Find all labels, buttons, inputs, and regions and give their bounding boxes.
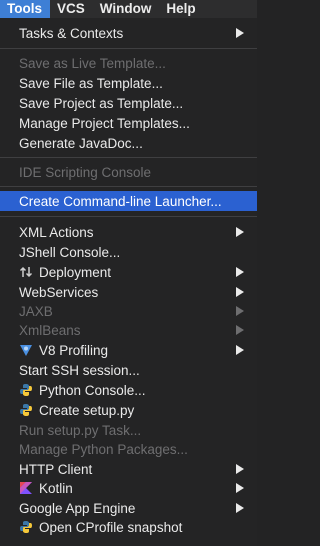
menu-item-xmlbeans: XmlBeans [0,320,257,340]
menu-item-label: Create Command-line Launcher... [19,193,222,209]
menu-item-label: Generate JavaDoc... [19,135,143,151]
menu-item-label: XmlBeans [19,322,81,338]
menu-item-v8-profiling[interactable]: V8 Profiling [0,340,257,360]
submenu-arrow-icon [236,503,244,513]
submenu-arrow-icon [236,306,244,316]
menu-item-create-command-line-launcher[interactable]: Create Command-line Launcher... [0,191,257,211]
menu-separator [0,157,257,158]
menu-item-run-setup-py-task: Run setup.py Task... [0,420,257,440]
menu-item-create-setup-py[interactable]: Create setup.py [0,400,257,420]
menu-item-label: Manage Project Templates... [19,115,190,131]
menu-item-label: Save File as Template... [19,75,163,91]
menu-separator [0,216,257,217]
menu-item-http-client[interactable]: HTTP Client [0,459,257,479]
tools-menu: Tasks & Contexts Save as Live Template..… [0,18,257,546]
menu-item-label: JAXB [19,303,53,319]
menu-item-tasks-contexts[interactable]: Tasks & Contexts [0,23,257,43]
menu-item-label: Deployment [39,264,112,280]
menu-item-save-file-as-template[interactable]: Save File as Template... [0,73,257,93]
menu-item-label: XML Actions [19,224,94,240]
menu-item-label: Open CProfile snapshot [39,519,183,535]
menu-item-label: Run setup.py Task... [19,422,142,438]
menu-item-xml-actions[interactable]: XML Actions [0,222,257,242]
menu-bar: Tools VCS Window Help [0,0,257,18]
menu-item-label: V8 Profiling [39,342,109,358]
menu-item-label: Google App Engine [19,500,136,516]
menu-item-label: JShell Console... [19,244,121,260]
menu-item-jaxb: JAXB [0,301,257,321]
submenu-arrow-icon [236,287,244,297]
submenu-arrow-icon [236,483,244,493]
python-logo-icon [19,383,33,397]
deployment-arrows-icon [19,265,33,279]
menu-item-ide-scripting-console: IDE Scripting Console [0,162,257,182]
menu-item-label: HTTP Client [19,461,93,477]
submenu-arrow-icon [236,464,244,474]
submenu-arrow-icon [236,345,244,355]
v8-profiling-icon [19,343,33,357]
kotlin-logo-icon [19,481,33,495]
menu-item-manage-python-packages: Manage Python Packages... [0,439,257,459]
menu-item-label: Save Project as Template... [19,95,184,111]
menu-item-label: Kotlin [39,480,73,496]
menubar-vcs[interactable]: VCS [50,0,93,18]
menu-separator [0,48,257,49]
menu-separator [0,186,257,187]
submenu-arrow-icon [236,28,244,38]
submenu-arrow-icon [236,227,244,237]
python-logo-icon [19,403,33,417]
menubar-window[interactable]: Window [93,0,160,18]
menu-item-jshell-console[interactable]: JShell Console... [0,242,257,262]
menu-item-save-project-as-template[interactable]: Save Project as Template... [0,93,257,113]
menu-item-label: Python Console... [39,382,146,398]
menu-item-webservices[interactable]: WebServices [0,282,257,302]
menu-item-open-cprofile-snapshot[interactable]: Open CProfile snapshot [0,517,257,537]
menu-item-label: Start SSH session... [19,362,140,378]
menu-item-label: WebServices [19,284,99,300]
python-logo-icon [19,520,33,534]
menubar-tools[interactable]: Tools [0,0,50,18]
menu-item-generate-javadoc[interactable]: Generate JavaDoc... [0,133,257,153]
menu-item-label: Manage Python Packages... [19,441,188,457]
submenu-arrow-icon [236,325,244,335]
menu-item-kotlin[interactable]: Kotlin [0,478,257,498]
menubar-help[interactable]: Help [159,0,203,18]
menu-item-label: Create setup.py [39,402,135,418]
menu-item-python-console[interactable]: Python Console... [0,380,257,400]
menu-item-start-ssh-session[interactable]: Start SSH session... [0,360,257,380]
menu-item-label: Tasks & Contexts [19,25,124,41]
menu-item-save-as-live-template: Save as Live Template... [0,53,257,73]
menu-item-manage-project-templates[interactable]: Manage Project Templates... [0,113,257,133]
menu-item-label: Save as Live Template... [19,55,166,71]
menu-item-deployment[interactable]: Deployment [0,262,257,282]
menu-item-label: IDE Scripting Console [19,164,152,180]
submenu-arrow-icon [236,267,244,277]
menu-item-google-app-engine[interactable]: Google App Engine [0,498,257,518]
